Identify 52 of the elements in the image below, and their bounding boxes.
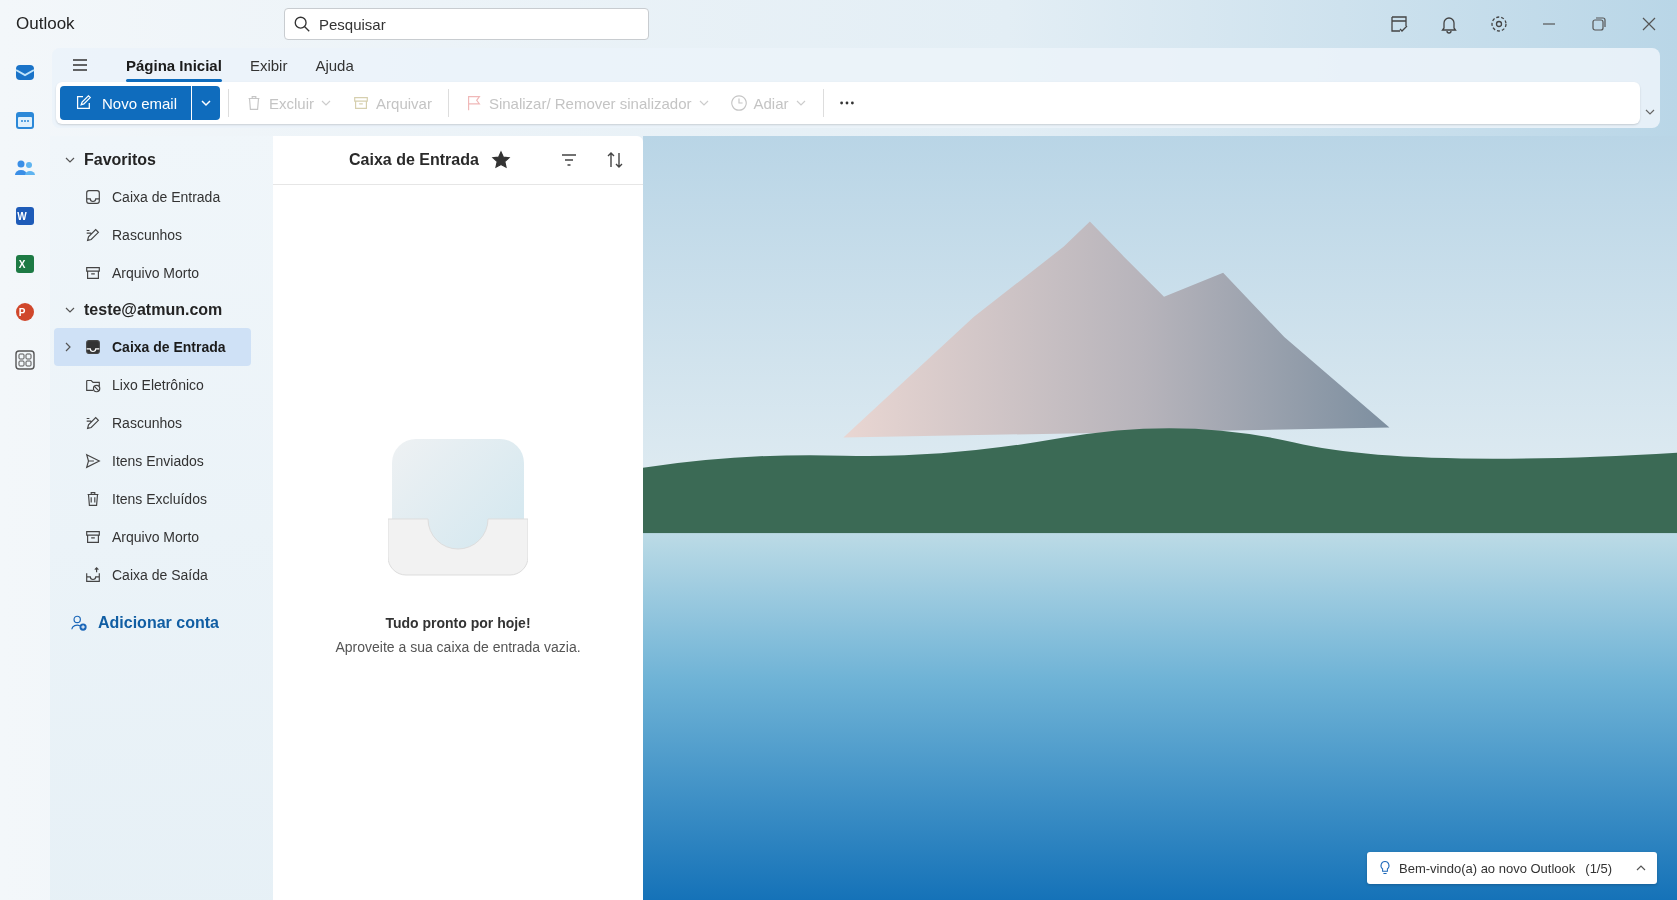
settings-icon[interactable] <box>1489 14 1509 34</box>
pencil-icon <box>84 226 102 244</box>
new-email-button[interactable]: Novo email <box>60 86 192 120</box>
folder-item[interactable]: Lixo Eletrônico <box>54 366 251 404</box>
folder-item[interactable]: Arquivo Morto <box>54 518 251 556</box>
folder-title: Caixa de Entrada <box>349 151 479 169</box>
new-email-menu-button[interactable] <box>192 86 221 120</box>
folder-item[interactable]: Caixa de Entrada <box>54 328 251 366</box>
welcome-banner[interactable]: Bem-vindo(a) ao novo Outlook (1/5) <box>1367 852 1657 884</box>
folder-item[interactable]: Caixa de Entrada <box>54 178 251 216</box>
apps-icon[interactable] <box>13 348 37 372</box>
powerpoint-icon[interactable]: P <box>13 300 37 324</box>
word-icon[interactable]: W <box>13 204 37 228</box>
app-name: Outlook <box>16 14 76 34</box>
add-person-icon <box>70 614 88 632</box>
caret-icon <box>200 97 213 109</box>
banner-counter: (1/5) <box>1585 860 1613 876</box>
folder-item[interactable]: Rascunhos <box>54 216 251 254</box>
ribbon-tab[interactable]: Página Inicial <box>114 50 234 80</box>
inbox-icon <box>84 338 102 356</box>
folder-item[interactable]: Itens Excluídos <box>54 480 251 518</box>
folder-item[interactable]: Caixa de Saída <box>54 556 251 594</box>
archive-icon <box>84 264 102 282</box>
more-icon <box>839 101 854 105</box>
restore-icon[interactable] <box>1589 14 1609 34</box>
send-icon <box>84 452 102 470</box>
folder-item[interactable]: Rascunhos <box>54 404 251 442</box>
folder-item[interactable]: Arquivo Morto <box>54 254 251 292</box>
banner-text: Bem-vindo(a) ao novo Outlook <box>1399 860 1576 876</box>
compose-icon <box>74 94 92 112</box>
folder-group-header[interactable]: teste@atmun.com <box>54 292 273 328</box>
add-account-link[interactable]: Adicionar conta <box>70 606 273 640</box>
archive-icon <box>84 528 102 546</box>
clock-icon <box>729 94 748 112</box>
checklist-icon[interactable] <box>1389 14 1409 34</box>
empty-state-title: Tudo pronto por hoje! <box>385 615 531 631</box>
ribbon-tab[interactable]: Ajuda <box>303 50 366 80</box>
search-field[interactable]: Pesquisar <box>284 8 649 40</box>
search-icon <box>293 15 311 33</box>
archive-icon <box>352 94 371 112</box>
lightbulb-icon <box>1377 860 1393 876</box>
folder-group-header[interactable]: Favoritos <box>54 142 273 178</box>
inbox-icon <box>84 188 102 206</box>
outbox-icon <box>84 566 102 584</box>
sort-icon[interactable] <box>605 150 625 170</box>
star-icon[interactable] <box>490 150 511 170</box>
pencil-icon <box>84 414 102 432</box>
empty-state-text: Aproveite a sua caixa de entrada vazia. <box>335 639 581 655</box>
excel-icon[interactable]: X <box>13 252 37 276</box>
folder-item[interactable]: Itens Enviados <box>54 442 251 480</box>
bell-icon[interactable] <box>1439 14 1459 34</box>
ribbon-tab[interactable]: Exibir <box>237 50 300 80</box>
